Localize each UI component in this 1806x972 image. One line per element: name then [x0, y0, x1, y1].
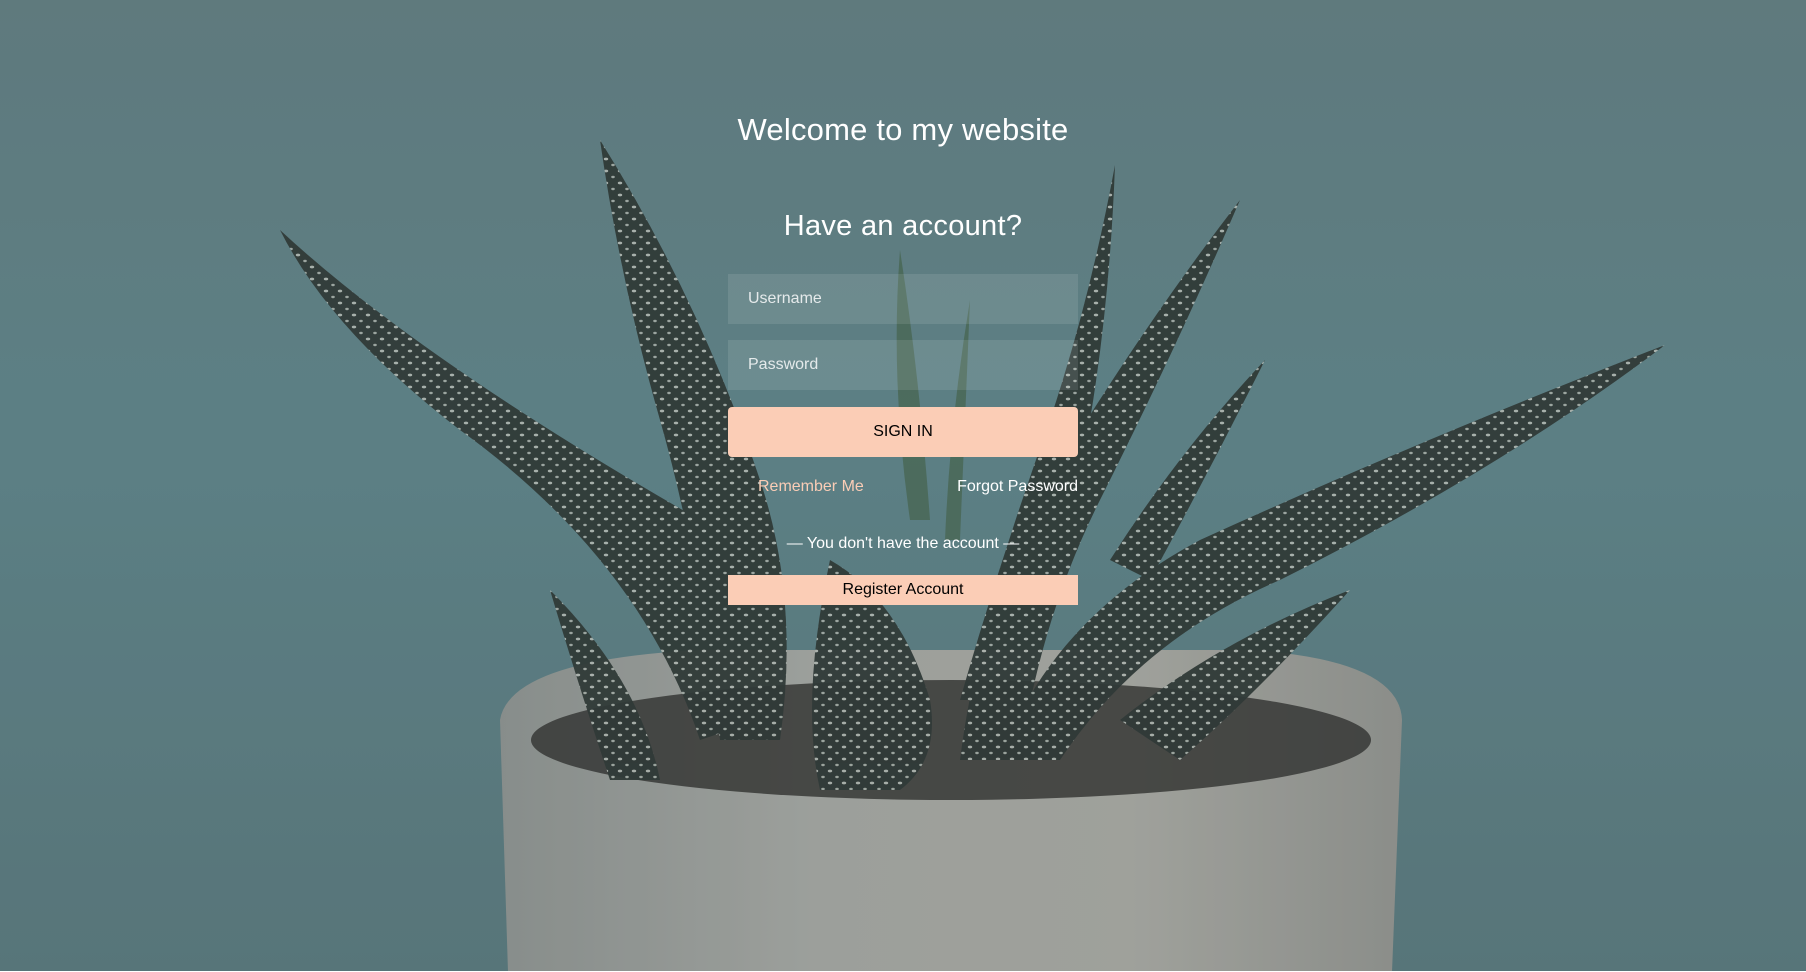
- forgot-password-link[interactable]: Forgot Password: [957, 478, 1078, 496]
- register-account-button[interactable]: Register Account: [728, 575, 1078, 605]
- login-page: Welcome to my website Have an account? S…: [0, 0, 1806, 972]
- no-account-text: — You don't have the account —: [786, 535, 1020, 552]
- username-input[interactable]: [728, 274, 1078, 324]
- login-heading: Have an account?: [783, 210, 1023, 242]
- remember-me-checkbox[interactable]: Remember Me: [758, 478, 864, 496]
- password-input[interactable]: [728, 340, 1078, 390]
- page-title: Welcome to my website: [737, 112, 1069, 147]
- sign-in-button[interactable]: SIGN IN: [728, 407, 1078, 457]
